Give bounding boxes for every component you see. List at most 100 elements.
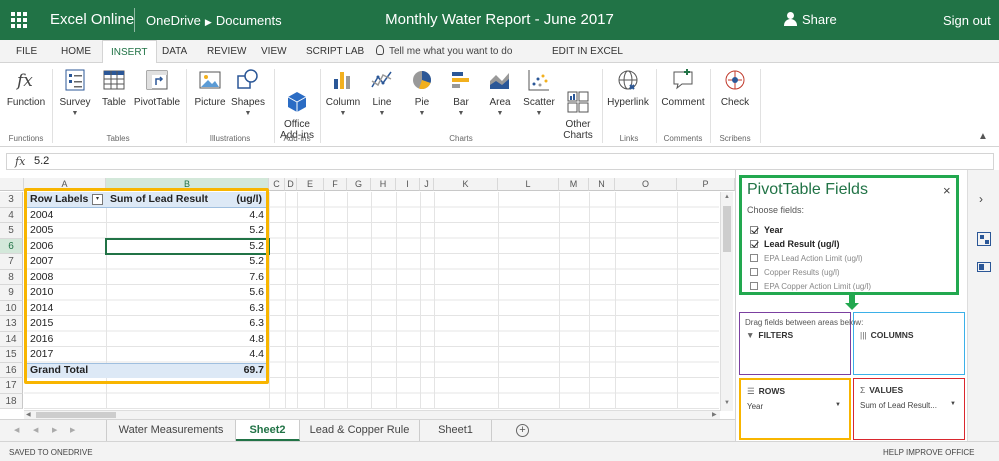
formula-bar[interactable]: fx 5.2 (6, 153, 994, 170)
rows-field-year[interactable]: Year (747, 402, 763, 411)
prev-sheet-icon[interactable]: ◀ (33, 426, 38, 434)
sign-out-link[interactable]: Sign out (943, 13, 991, 28)
row-header[interactable]: 8 (0, 269, 23, 285)
row-header[interactable]: 14 (0, 331, 23, 347)
function-button[interactable]: fx Function (6, 67, 46, 108)
pivottable-button[interactable]: PivotTable (133, 67, 181, 108)
vertical-scroll-thumb[interactable] (723, 206, 731, 252)
column-header-o[interactable]: O (615, 178, 677, 191)
bar-chart-button[interactable]: Bar ▼ (443, 67, 479, 117)
columns-area[interactable]: ||| COLUMNS (853, 312, 965, 375)
tab-insert[interactable]: INSERT (102, 40, 157, 63)
values-area[interactable]: Σ VALUES Sum of Lead Result... ▼ (853, 378, 965, 440)
pivot-row-label[interactable]: 2004 (26, 208, 104, 224)
check-button[interactable]: Check (716, 67, 754, 108)
pivot-row-value[interactable]: 4.8 (106, 332, 268, 348)
survey-button[interactable]: Survey ▼ (58, 67, 92, 117)
pivot-row-value[interactable]: 5.2 (106, 254, 268, 270)
panel-toggle-icon[interactable] (977, 262, 991, 272)
pivot-row-label[interactable]: 2015 (26, 316, 104, 332)
pivot-row-value[interactable]: 6.3 (106, 301, 268, 317)
help-improve-office-link[interactable]: HELP IMPROVE OFFICE (883, 448, 974, 457)
row-header[interactable]: 5 (0, 223, 23, 239)
grand-total-value[interactable]: 69.7 (106, 363, 268, 379)
next-sheet-icon[interactable]: ▶ (52, 426, 57, 434)
column-header-f[interactable]: F (324, 178, 347, 191)
picture-button[interactable]: Picture (193, 67, 227, 108)
column-header-k[interactable]: K (434, 178, 498, 191)
sheet-tab-water-measurements[interactable]: Water Measurements (106, 420, 236, 441)
column-header-d[interactable]: D (285, 178, 297, 191)
checkbox-checked-icon[interactable] (750, 226, 758, 234)
field-epa-lead-action-limit[interactable]: EPA Lead Action Limit (ug/l) (750, 254, 863, 263)
chevron-right-icon[interactable]: › (979, 192, 983, 206)
pivot-row-labels-header[interactable]: Row Labels (26, 192, 96, 208)
pivot-row-label[interactable]: 2014 (26, 301, 104, 317)
app-name[interactable]: Excel Online (50, 11, 134, 28)
close-icon[interactable]: × (943, 183, 951, 198)
column-header-h[interactable]: H (371, 178, 396, 191)
tab-script-lab[interactable]: SCRIPT LAB (306, 46, 364, 57)
field-copper-results[interactable]: Copper Results (ug/l) (750, 268, 840, 277)
shapes-button[interactable]: Shapes ▼ (231, 67, 265, 117)
checkbox-checked-icon[interactable] (750, 240, 758, 248)
horizontal-scroll-thumb[interactable] (36, 412, 116, 418)
row-header[interactable]: 7 (0, 254, 23, 270)
pivot-row-label[interactable]: 2005 (26, 223, 104, 239)
formula-value[interactable]: 5.2 (34, 155, 49, 167)
pivot-row-value[interactable]: 6.3 (106, 316, 268, 332)
chevron-down-icon[interactable]: ▼ (950, 401, 956, 407)
tab-home[interactable]: HOME (61, 46, 91, 57)
values-field-sum-lead[interactable]: Sum of Lead Result... (860, 401, 937, 410)
chevron-down-icon[interactable]: ▼ (835, 402, 841, 408)
pivot-row-label[interactable]: 2007 (26, 254, 104, 270)
last-sheet-icon[interactable]: ▶ (70, 426, 75, 434)
tab-view[interactable]: VIEW (261, 46, 287, 57)
pivot-row-label[interactable]: 2006 (26, 239, 104, 255)
hyperlink-button[interactable]: Hyperlink (606, 67, 650, 108)
sheet-tab-lead-copper-rule[interactable]: Lead & Copper Rule (300, 420, 420, 441)
tab-data[interactable]: DATA (162, 46, 187, 57)
pivot-unit-header[interactable]: (ug/l) (200, 192, 266, 208)
line-chart-button[interactable]: Line ▼ (364, 67, 400, 117)
app-launcher-icon[interactable] (11, 12, 27, 28)
tab-review[interactable]: REVIEW (207, 46, 246, 57)
row-header[interactable]: 9 (0, 285, 23, 301)
pivot-row-value[interactable]: 5.2 (106, 223, 268, 239)
table-button[interactable]: Table (97, 67, 131, 108)
edit-in-excel-button[interactable]: EDIT IN EXCEL (552, 46, 623, 57)
row-header[interactable]: 15 (0, 347, 23, 363)
area-chart-button[interactable]: Area ▼ (482, 67, 518, 117)
row-header[interactable]: 13 (0, 316, 23, 332)
checkbox-unchecked-icon[interactable] (750, 268, 758, 276)
pivot-fields-toggle-icon[interactable] (977, 232, 991, 246)
pie-chart-button[interactable]: Pie ▼ (404, 67, 440, 117)
row-header[interactable]: 17 (0, 378, 23, 394)
pivot-row-value[interactable]: 4.4 (106, 208, 268, 224)
column-header-m[interactable]: M (559, 178, 589, 191)
scroll-up-icon[interactable]: ▲ (724, 194, 730, 200)
selected-cell-b6[interactable] (105, 238, 270, 255)
vertical-scrollbar[interactable]: ▲ ▼ (720, 192, 733, 411)
collapse-ribbon-icon[interactable]: ▲ (978, 131, 988, 142)
scatter-chart-button[interactable]: Scatter ▼ (520, 67, 558, 117)
select-all-corner[interactable] (0, 178, 24, 191)
breadcrumb-onedrive[interactable]: OneDrive (146, 13, 201, 28)
row-header[interactable]: 18 (0, 393, 23, 409)
rows-area[interactable]: ☰ ROWS Year ▼ (739, 378, 851, 440)
pivot-row-label[interactable]: 2016 (26, 332, 104, 348)
column-header-i[interactable]: I (396, 178, 420, 191)
pivot-row-value[interactable]: 4.4 (106, 347, 268, 363)
tab-file[interactable]: FILE (16, 46, 37, 57)
horizontal-scrollbar[interactable]: ◀ ▶ (24, 410, 720, 419)
pivot-row-value[interactable]: 7.6 (106, 270, 268, 286)
first-sheet-icon[interactable]: ◀ (14, 426, 19, 434)
column-header-l[interactable]: L (498, 178, 559, 191)
row-header[interactable]: 4 (0, 207, 23, 223)
document-title[interactable]: Monthly Water Report - June 2017 (385, 11, 614, 28)
pivot-row-value[interactable]: 5.6 (106, 285, 268, 301)
sheet-tab-sheet2[interactable]: Sheet2 (236, 420, 300, 441)
row-header-selected[interactable]: 6 (0, 238, 23, 254)
column-header-b[interactable]: B (106, 178, 269, 191)
column-header-g[interactable]: G (347, 178, 371, 191)
